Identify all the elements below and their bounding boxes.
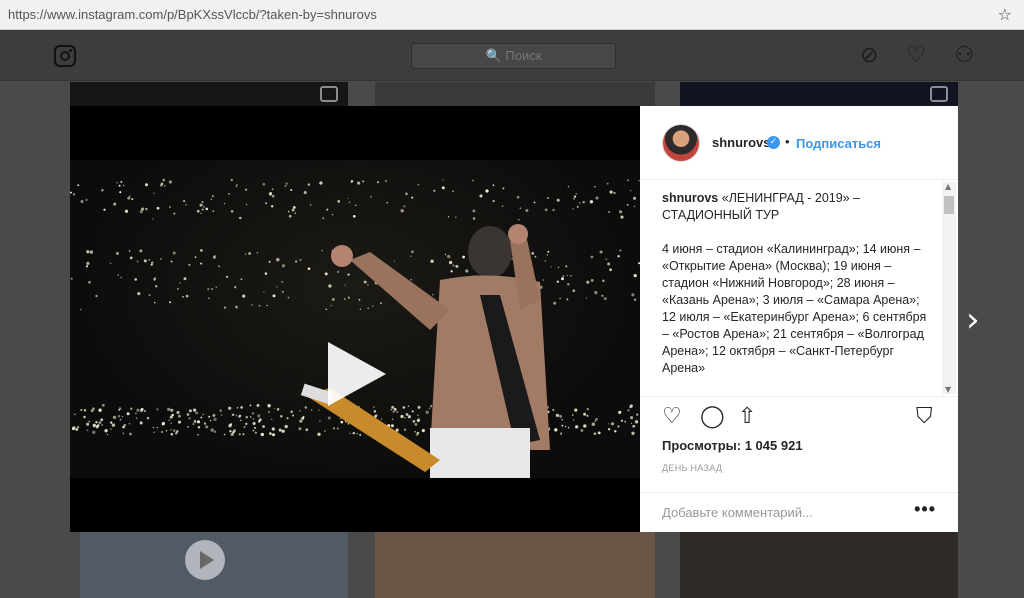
address-bar[interactable]: https://www.instagram.com/p/BpKXssVlccb/… [0, 0, 1024, 30]
views-number: 1 045 921 [744, 438, 803, 453]
url-text[interactable]: https://www.instagram.com/p/BpKXssVlccb/… [8, 7, 377, 22]
top-nav: 🔍 Поиск ⊘ ♡ ⚇ [0, 31, 1024, 81]
bookmark-icon[interactable]: ⛉ [916, 405, 933, 429]
scrollbar-thumb[interactable] [944, 196, 954, 214]
grid-thumbnail[interactable] [680, 82, 958, 106]
bookmark-star-icon[interactable]: ☆ [998, 5, 1012, 24]
comment-bubble-icon[interactable]: ◯ [700, 405, 725, 429]
grid-thumbnail[interactable] [375, 532, 655, 598]
video-frame [70, 160, 640, 478]
comment-box[interactable]: Добавьте комментарий... ••• [640, 492, 958, 532]
action-bar: ♡ ◯ ⇧ ⛉ Просмотры: 1 045 921 ДЕНЬ НАЗАД [640, 396, 958, 492]
caption-username[interactable]: shnurovs [662, 191, 718, 205]
video-badge-icon [930, 86, 948, 102]
next-post-arrow-icon[interactable]: › [966, 303, 980, 337]
caption-body: 4 июня – стадион «Калининград»; 14 июня … [662, 242, 927, 375]
comment-input[interactable]: Добавьте комментарий... [662, 505, 813, 520]
heart-icon[interactable]: ♡ [907, 43, 927, 69]
compass-icon[interactable]: ⊘ [860, 43, 878, 69]
search-input[interactable]: 🔍 Поиск [411, 43, 616, 69]
share-icon[interactable]: ⇧ [738, 405, 756, 429]
video-badge-icon [320, 86, 338, 102]
username-link[interactable]: shnurovs [712, 135, 771, 150]
caption-scrollbar[interactable]: ▲ ▼ [942, 182, 956, 394]
grid-thumbnail[interactable] [375, 82, 655, 106]
caption-text: shnurovs «ЛЕНИНГРАД - 2019» – СТАДИОННЫЙ… [662, 190, 934, 394]
nav-icons: ⊘ ♡ ⚇ [860, 43, 974, 69]
scroll-up-icon[interactable]: ▲ [945, 182, 951, 191]
more-options-icon[interactable]: ••• [914, 499, 936, 520]
verified-badge-icon: ✓ [767, 136, 780, 149]
grid-thumbnail[interactable] [70, 82, 348, 106]
concert-image [70, 178, 640, 478]
grid-thumbnail[interactable] [680, 532, 958, 598]
profile-icon[interactable]: ⚇ [954, 43, 974, 69]
play-icon [185, 540, 225, 580]
post-header: shnurovs ✓ • Подписаться [640, 106, 958, 180]
scroll-down-icon[interactable]: ▼ [945, 385, 951, 394]
follow-button[interactable]: Подписаться [796, 136, 881, 151]
like-heart-icon[interactable]: ♡ [662, 405, 682, 429]
post-sidebar: shnurovs ✓ • Подписаться shnurovs «ЛЕНИН… [640, 106, 958, 532]
separator-dot: • [785, 134, 790, 149]
view-count: Просмотры: 1 045 921 [662, 438, 803, 453]
instagram-logo-icon[interactable] [54, 45, 76, 67]
avatar[interactable] [662, 124, 700, 162]
post-timestamp[interactable]: ДЕНЬ НАЗАД [662, 463, 722, 473]
video-player[interactable] [70, 106, 640, 532]
play-button-icon[interactable] [328, 342, 386, 406]
views-label: Просмотры: [662, 438, 742, 453]
